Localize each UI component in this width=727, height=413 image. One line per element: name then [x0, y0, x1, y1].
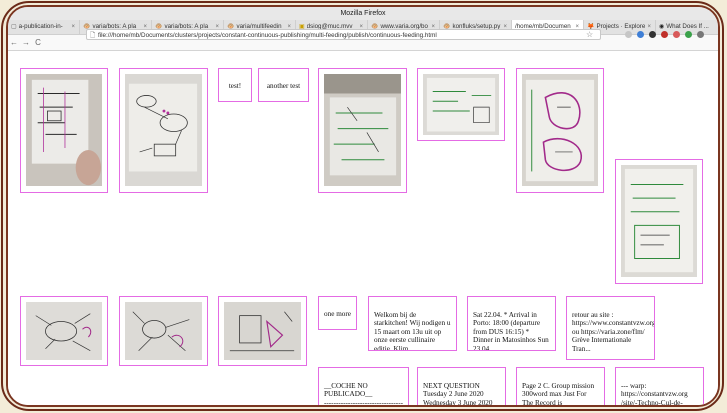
url-text: file:///home/mb/Documents/clusters/proje…	[98, 32, 437, 39]
note-text: another test	[266, 82, 301, 90]
page-content: test! another test one more Welkom bij d…	[8, 51, 718, 407]
browser-window: Mozilla Firefox ▢ a-publication-in- × 🐵 vari…	[6, 5, 720, 407]
note-text: Sat 22.04. * Arrival in Porto: 18:00 (de…	[473, 310, 549, 351]
tab[interactable]: ▢ a-publication-in- ×	[8, 20, 80, 34]
note-card[interactable]: __COCHE NO PUBLICADO__ -----------------…	[318, 367, 409, 407]
photo-card[interactable]	[20, 296, 108, 366]
note-card[interactable]: NEXT QUESTION Tuesday 2 June 2020 Wednes…	[417, 367, 506, 407]
note-card[interactable]: Welkom bij de starkitchen! Wij nodigen u…	[368, 296, 457, 351]
reload-icon[interactable]: C	[32, 38, 44, 47]
url-bar[interactable]: 🗋 file:///home/mb/Documents/clusters/proj…	[86, 29, 601, 40]
photo-card[interactable]	[218, 296, 307, 366]
note-text: __COCHE NO PUBLICADO__ -----------------…	[324, 381, 403, 407]
note-text: one more	[324, 310, 351, 318]
photo-card[interactable]	[516, 68, 604, 193]
note-text: Page 2 C. Group mission 300word max Just…	[522, 381, 595, 407]
photo-card[interactable]	[318, 68, 407, 193]
note-card[interactable]: one more	[318, 296, 357, 330]
note-text: Welkom bij de starkitchen! Wij nodigen u…	[374, 310, 451, 351]
pocket-icon[interactable]	[625, 31, 632, 38]
note-text: --- warp: https://constantvzw.org /site/…	[621, 381, 688, 407]
whiteboard-sketch-image	[26, 302, 102, 361]
photo-card[interactable]	[119, 296, 208, 366]
bookmark-star-icon[interactable]: ☆	[586, 29, 593, 40]
note-card[interactable]: Sat 22.04. * Arrival in Porto: 18:00 (de…	[467, 296, 556, 351]
note-card[interactable]: --- warp: https://constantvzw.org /site/…	[615, 367, 704, 407]
whiteboard-sketch-image	[26, 74, 102, 187]
toolbar-icons	[625, 29, 704, 38]
photo-card[interactable]	[20, 68, 108, 193]
window-title: Mozilla Firefox	[8, 7, 718, 20]
ublock-icon[interactable]	[661, 31, 668, 38]
note-text: retour au site : https://www.constantvzw…	[572, 310, 655, 353]
page-icon: ▢	[11, 24, 17, 30]
note-card[interactable]: another test	[258, 68, 309, 102]
note-card[interactable]: test!	[218, 68, 252, 102]
back-icon[interactable]: ←	[8, 38, 20, 47]
note-card[interactable]: retour au site : https://www.constantvzw…	[566, 296, 655, 360]
close-tab-icon[interactable]: ×	[71, 20, 75, 34]
photo-card[interactable]	[615, 159, 703, 284]
whiteboard-sketch-image	[125, 74, 202, 187]
note-text: NEXT QUESTION Tuesday 2 June 2020 Wednes…	[423, 381, 493, 407]
photo-card[interactable]	[119, 68, 208, 193]
extension-icon[interactable]	[649, 31, 656, 38]
sidebar-icon[interactable]	[685, 31, 692, 38]
container-icon[interactable]	[673, 31, 680, 38]
note-card[interactable]: Page 2 C. Group mission 300word max Just…	[516, 367, 605, 407]
download-icon[interactable]	[637, 31, 644, 38]
whiteboard-sketch-image	[423, 74, 499, 136]
whiteboard-sketch-image	[224, 302, 301, 361]
whiteboard-sketch-image	[324, 74, 401, 187]
menu-icon[interactable]	[697, 31, 704, 38]
forward-icon[interactable]: →	[20, 38, 32, 47]
tab-label: a-publication-in-	[18, 23, 63, 30]
note-text: test!	[228, 82, 242, 90]
whiteboard-sketch-image	[621, 165, 697, 278]
page-icon: 🗋	[90, 32, 96, 39]
photo-card[interactable]	[417, 68, 505, 141]
whiteboard-sketch-image	[522, 74, 598, 187]
whiteboard-sketch-image	[125, 302, 202, 361]
